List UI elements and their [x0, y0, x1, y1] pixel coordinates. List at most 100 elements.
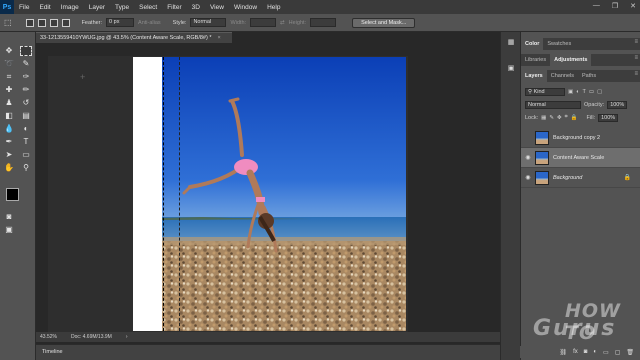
filter-image-icon[interactable]: ▣	[568, 89, 573, 95]
eye-icon[interactable]: ◉	[521, 174, 535, 181]
filter-shape-icon[interactable]: ▭	[589, 89, 594, 95]
layer-row[interactable]: ◉ Background 🔒	[521, 168, 640, 188]
link-layers-icon[interactable]: ⛓	[559, 349, 567, 356]
blend-mode-select[interactable]: Normal	[525, 100, 581, 109]
howtogurus-watermark: HOW TO Gurus	[525, 300, 635, 344]
zoom-tool-icon[interactable]: ⚲	[20, 163, 32, 173]
quick-mask-icon[interactable]: ◙	[3, 212, 15, 222]
restore-button[interactable]: ❐	[612, 2, 618, 10]
tab-swatches[interactable]: Swatches	[543, 38, 575, 50]
properties-panel-icon[interactable]: ▣	[505, 64, 517, 74]
new-group-icon[interactable]: ▭	[603, 349, 609, 356]
menu-help[interactable]: Help	[262, 4, 285, 11]
add-selection-icon[interactable]	[37, 18, 46, 27]
timeline-panel[interactable]: Timeline	[36, 344, 506, 360]
layer-row-selected[interactable]: ◉ Content Aware Scale	[521, 148, 640, 168]
feather-input[interactable]: 0 px	[106, 18, 135, 27]
watermark-line2: Gurus	[533, 316, 617, 341]
eyedropper-tool-icon[interactable]: ✑	[20, 72, 32, 82]
adjustment-layer-icon[interactable]: ◐	[593, 349, 597, 355]
tools-panel: ✥ ➰ ✎ ⌗ ✑ ✚ ✏ ♟ ↺ ◧ ▤ 💧 ◐ ✒ T ➤ ▭ ✋ ⚲ ◙ …	[0, 32, 36, 360]
style-select[interactable]: Normal	[190, 18, 227, 27]
quick-select-tool-icon[interactable]: ✎	[20, 59, 32, 69]
lasso-tool-icon[interactable]: ➰	[3, 59, 15, 69]
lock-paint-icon[interactable]: ✎	[549, 115, 554, 121]
fx-icon[interactable]: fx	[573, 349, 578, 355]
status-menu-arrow-icon[interactable]: ›	[126, 332, 128, 342]
layer-name: Background	[553, 174, 583, 181]
panel-menu-icon[interactable]: ≡	[634, 71, 638, 77]
menu-edit[interactable]: Edit	[34, 4, 55, 11]
menu-3d[interactable]: 3D	[187, 4, 205, 11]
menu-window[interactable]: Window	[229, 4, 262, 11]
opacity-input[interactable]: 100%	[607, 100, 628, 109]
feather-label: Feather:	[81, 19, 103, 26]
marquee-tool-icon[interactable]	[20, 46, 32, 56]
marquee-tool-preset-icon[interactable]: ⬚	[4, 18, 12, 27]
add-mask-icon[interactable]: ◙	[584, 349, 588, 355]
tab-color[interactable]: Color	[521, 38, 544, 50]
pen-tool-icon[interactable]: ✒	[3, 137, 15, 147]
filter-adjustment-icon[interactable]: ◐	[576, 89, 579, 95]
panel-menu-icon[interactable]: ≡	[634, 55, 638, 61]
eye-icon[interactable]: ◉	[521, 154, 535, 161]
menu-filter[interactable]: Filter	[162, 4, 186, 11]
tab-adjustments[interactable]: Adjustments	[550, 54, 592, 66]
blur-tool-icon[interactable]: 💧	[3, 124, 15, 134]
clone-stamp-tool-icon[interactable]: ♟	[3, 98, 15, 108]
select-and-mask-button[interactable]: Select and Mask...	[352, 17, 416, 28]
eraser-tool-icon[interactable]: ◧	[3, 111, 15, 121]
tab-paths[interactable]: Paths	[578, 70, 600, 82]
filter-smart-icon[interactable]: ▢	[597, 89, 602, 95]
crosshair-cursor-icon: +	[80, 72, 86, 82]
move-tool-icon[interactable]: ✥	[3, 46, 15, 56]
hand-tool-icon[interactable]: ✋	[3, 163, 15, 173]
menu-select[interactable]: Select	[134, 4, 162, 11]
lock-label: Lock:	[525, 114, 539, 121]
history-panel-icon[interactable]: ▦	[505, 38, 517, 48]
filter-kind-select[interactable]: ⚲ Kind	[525, 87, 565, 96]
close-tab-icon[interactable]: ×	[218, 35, 221, 41]
selection-marquee[interactable]	[163, 57, 180, 331]
foreground-color-swatch[interactable]	[6, 188, 19, 201]
tab-libraries[interactable]: Libraries	[521, 54, 550, 66]
type-tool-icon[interactable]: T	[20, 137, 32, 147]
fill-input[interactable]: 100%	[598, 113, 619, 122]
path-selection-tool-icon[interactable]: ➤	[3, 150, 15, 160]
new-selection-icon[interactable]	[25, 18, 34, 27]
lock-artboard-icon[interactable]: ⌗	[565, 114, 568, 121]
menu-layer[interactable]: Layer	[84, 4, 110, 11]
lock-position-icon[interactable]: ✥	[557, 115, 562, 121]
height-input[interactable]	[310, 18, 337, 27]
panel-menu-icon[interactable]: ≡	[634, 39, 638, 45]
brush-tool-icon[interactable]: ✏	[20, 85, 32, 95]
new-layer-icon[interactable]: ▢	[615, 349, 621, 356]
tab-layers[interactable]: Layers	[521, 70, 547, 82]
history-brush-tool-icon[interactable]: ↺	[20, 98, 32, 108]
menu-file[interactable]: File	[14, 4, 34, 11]
subtract-selection-icon[interactable]	[49, 18, 58, 27]
layer-row[interactable]: Background copy 2	[521, 128, 640, 148]
swap-icon[interactable]: ⇄	[280, 20, 285, 26]
menu-view[interactable]: View	[205, 4, 229, 11]
menu-image[interactable]: Image	[56, 4, 84, 11]
panel-icon-dock: ▦ ▣	[500, 32, 520, 360]
document-tab[interactable]: 33-1213559410YWUG.jpg @ 43.5% (Content A…	[36, 32, 232, 43]
filter-type-icon[interactable]: T	[583, 89, 586, 95]
width-input[interactable]	[250, 18, 277, 27]
menu-type[interactable]: Type	[110, 4, 134, 11]
delete-layer-icon[interactable]: 🗑	[626, 349, 634, 356]
dodge-tool-icon[interactable]: ◐	[20, 124, 32, 134]
close-window-button[interactable]: ✕	[630, 2, 636, 10]
minimize-button[interactable]: —	[593, 2, 600, 10]
healing-brush-tool-icon[interactable]: ✚	[3, 85, 15, 95]
gradient-tool-icon[interactable]: ▤	[20, 111, 32, 121]
screen-mode-icon[interactable]: ▣	[3, 225, 15, 235]
crop-tool-icon[interactable]: ⌗	[3, 72, 15, 82]
lock-all-icon[interactable]: 🔒	[571, 115, 578, 121]
lock-pixels-icon[interactable]: ▦	[541, 115, 546, 121]
tab-channels[interactable]: Channels	[547, 70, 578, 82]
zoom-level[interactable]: 43.52%	[40, 332, 57, 342]
shape-tool-icon[interactable]: ▭	[20, 150, 32, 160]
intersect-selection-icon[interactable]	[61, 18, 70, 27]
